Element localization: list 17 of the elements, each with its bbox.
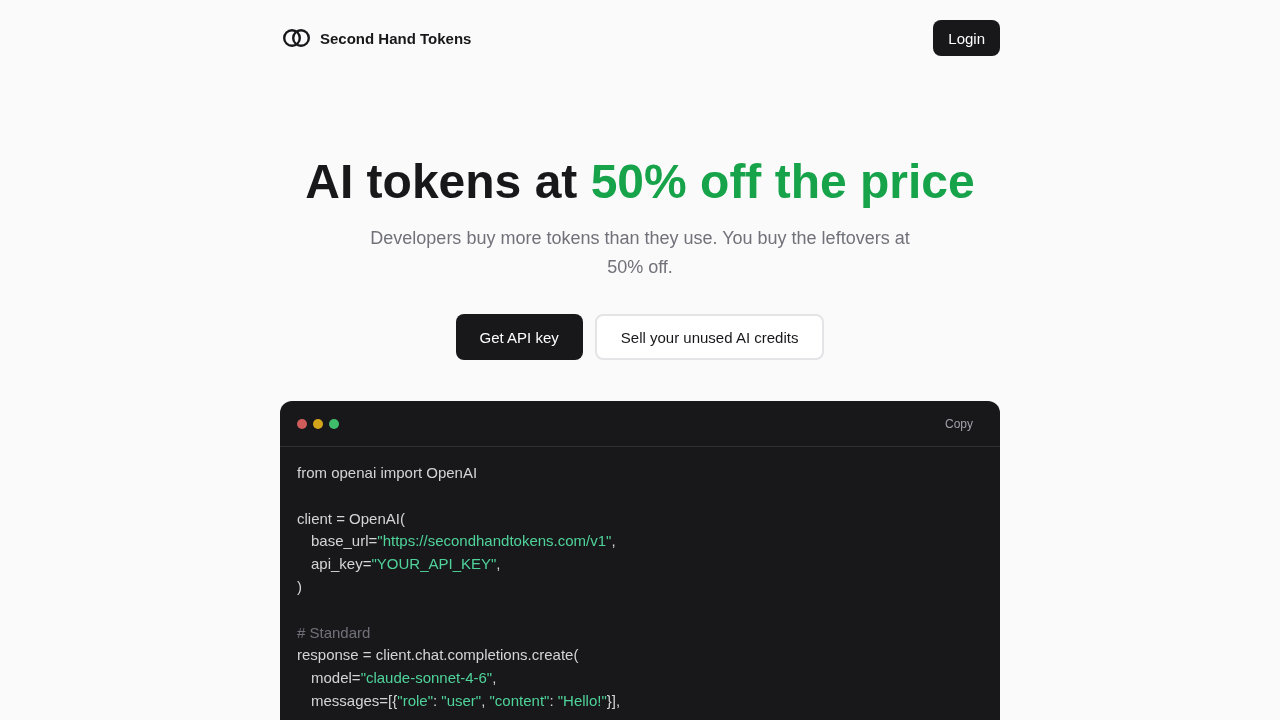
code-line: response = client.chat.completions.create( xyxy=(297,645,579,666)
code-line: from openai import OpenAI xyxy=(297,463,478,483)
code-line: api_key="YOUR_API_KEY", xyxy=(311,554,501,575)
hero-heading: AI tokens at 50% off the price xyxy=(305,154,975,210)
brand-name: Second Hand Tokens xyxy=(320,29,472,47)
logo-icon xyxy=(283,28,310,48)
code-comment: # Standard xyxy=(297,622,371,643)
sell-credits-button[interactable]: Sell your unused AI credits xyxy=(594,314,825,360)
hero-subtitle: Developers buy more tokens than they use. You buy the leftovers at 50% off. xyxy=(369,227,911,279)
copy-button[interactable]: Copy xyxy=(937,412,981,435)
code-line: ) xyxy=(297,577,302,597)
code-line: model="claude-sonnet-4-6", xyxy=(311,668,497,689)
code-line: messages=[{"role": "user", "content": "Hello!"}], xyxy=(311,690,621,711)
code-line: client = OpenAI( xyxy=(297,508,405,529)
login-button[interactable]: Login xyxy=(933,20,1000,56)
get-api-key-button[interactable]: Get API key xyxy=(455,314,583,360)
code-line: base_url="https://secondhandtokens.com/v1", xyxy=(311,531,616,552)
